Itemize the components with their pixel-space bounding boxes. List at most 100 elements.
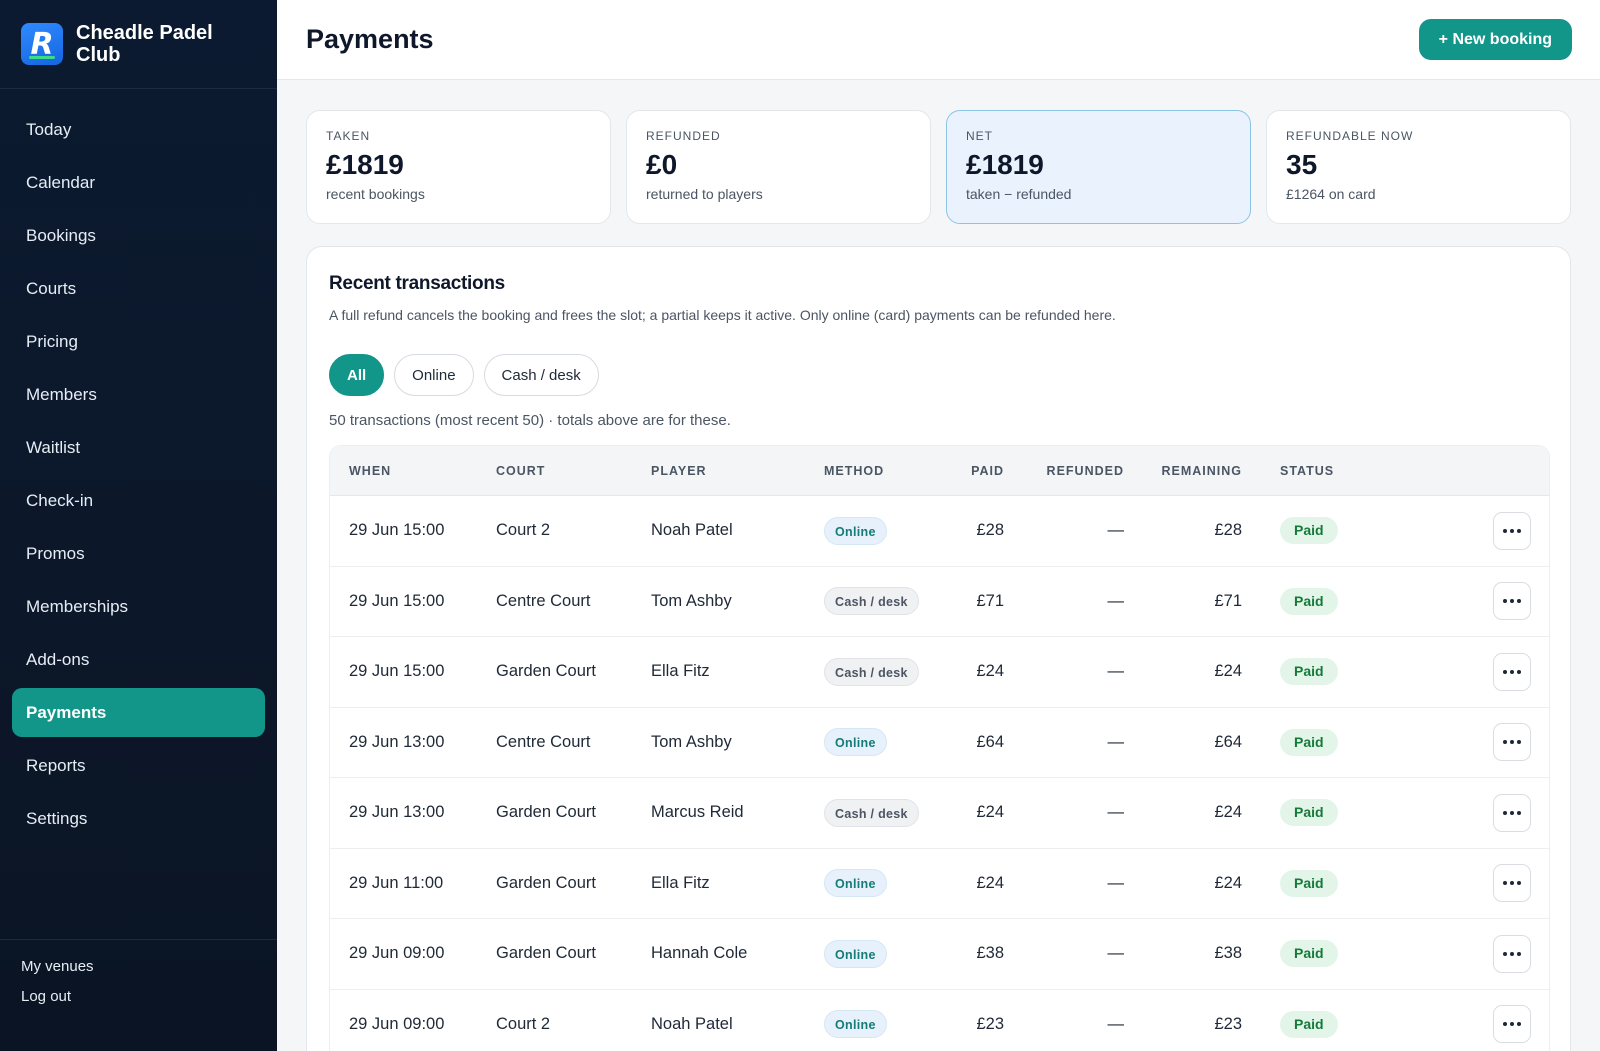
col-when[interactable]: WHEN (330, 464, 496, 478)
transactions-panel: Recent transactions A full refund cancel… (306, 246, 1571, 1051)
dot (1517, 528, 1521, 533)
sidebar-item-add-ons[interactable]: Add-ons (12, 635, 265, 684)
cell-when: 29 Jun 13:00 (349, 803, 445, 822)
cell-actions (1422, 864, 1549, 903)
col-refunded[interactable]: REFUNDED (1004, 464, 1124, 478)
brand-name: Cheadle Padel Club (76, 22, 213, 66)
cell-remaining: £24 (1214, 873, 1242, 892)
sidebar-item-promos[interactable]: Promos (12, 529, 265, 578)
cell-status: Paid (1242, 587, 1422, 615)
dot (1510, 1022, 1514, 1027)
status-badge: Paid (1280, 658, 1338, 686)
filter-chips: All Online Cash / desk (329, 354, 1548, 396)
filter-chip-online[interactable]: Online (394, 354, 474, 396)
table-row[interactable]: 29 Jun 11:00 Garden Court Ella Fitz Online £… (330, 849, 1549, 919)
page-title: Payments (306, 24, 434, 54)
dot (1510, 740, 1514, 745)
col-player[interactable]: PLAYER (651, 464, 824, 478)
sidebar-item-calendar[interactable]: Calendar (12, 158, 265, 207)
table-row[interactable]: 29 Jun 09:00 Court 2 Noah Patel Online £23 — £… (330, 990, 1549, 1051)
cell-status: Paid (1242, 869, 1422, 897)
cell-player: Tom Ashby (651, 732, 732, 751)
sidebar-item-waitlist[interactable]: Waitlist (12, 423, 265, 472)
sidebar-item-memberships[interactable]: Memberships (12, 582, 265, 631)
col-remaining[interactable]: REMAINING (1124, 464, 1242, 478)
cell-when: 29 Jun 11:00 (349, 873, 444, 892)
cell-player: Tom Ashby (651, 591, 732, 610)
table-row[interactable]: 29 Jun 15:00 Court 2 Noah Patel Online £28 — £… (330, 496, 1549, 567)
more-actions-button[interactable] (1493, 793, 1531, 832)
cell-paid: £28 (976, 521, 1004, 540)
more-actions-button[interactable] (1493, 723, 1531, 762)
table-row[interactable]: 29 Jun 13:00 Centre Court Tom Ashby Online £… (330, 708, 1549, 778)
cell-court: Court 2 (496, 1014, 551, 1033)
cell-actions (1422, 582, 1549, 621)
more-horizontal-icon (1503, 881, 1521, 886)
more-actions-button[interactable] (1493, 864, 1531, 903)
brand[interactable]: R Cheadle Padel Club (0, 0, 277, 89)
more-horizontal-icon (1503, 951, 1521, 956)
cell-refunded: — (1107, 944, 1125, 963)
more-actions-button[interactable] (1493, 582, 1531, 621)
table-row[interactable]: 29 Jun 15:00 Garden Court Ella Fitz Cash / … (330, 637, 1549, 708)
cell-paid: £24 (976, 662, 1004, 681)
sidebar-item-members[interactable]: Members (12, 370, 265, 419)
sidebar-item-today[interactable]: Today (12, 105, 265, 154)
status-badge: Paid (1280, 1010, 1338, 1038)
sidebar-item-check-in[interactable]: Check-in (12, 476, 265, 525)
filter-chip-all[interactable]: All (329, 354, 385, 396)
more-horizontal-icon (1503, 740, 1521, 745)
col-court[interactable]: COURT (496, 464, 651, 478)
cell-method: Online (824, 869, 944, 898)
col-paid[interactable]: PAID (944, 464, 1004, 478)
cell-actions (1422, 934, 1549, 973)
dot (1517, 810, 1521, 815)
cell-method: Online (824, 1010, 944, 1039)
more-actions-button[interactable] (1493, 1005, 1531, 1044)
stat-label: NET (966, 129, 993, 143)
sidebar-item-pricing[interactable]: Pricing (12, 317, 265, 366)
cell-court: Garden Court (496, 873, 596, 892)
cell-court: Garden Court (496, 662, 596, 681)
dot (1517, 951, 1521, 956)
status-badge: Paid (1280, 728, 1338, 756)
cell-when: 29 Jun 15:00 (349, 591, 445, 610)
cell-refunded: — (1107, 1014, 1125, 1033)
col-method[interactable]: METHOD (824, 464, 944, 478)
more-actions-button[interactable] (1493, 652, 1531, 691)
cell-court: Garden Court (496, 803, 596, 822)
cell-player: Ella Fitz (651, 873, 710, 892)
my-venues-link[interactable]: My venues (21, 958, 277, 975)
method-badge: Online (824, 1010, 887, 1039)
more-actions-button[interactable] (1493, 511, 1531, 550)
new-booking-button[interactable]: + New booking (1418, 19, 1572, 60)
log-out-link[interactable]: Log out (21, 988, 277, 1005)
cell-remaining: £23 (1214, 1014, 1242, 1033)
table-row[interactable]: 29 Jun 13:00 Garden Court Marcus Reid Cash … (330, 778, 1549, 849)
sidebar-item-courts[interactable]: Courts (12, 264, 265, 313)
table-row[interactable]: 29 Jun 09:00 Garden Court Hannah Cole Onlin… (330, 919, 1549, 990)
dot (1517, 881, 1521, 886)
stat-subtext: returned to players (646, 186, 763, 202)
dot (1510, 881, 1514, 886)
cell-paid: £24 (976, 803, 1004, 822)
status-badge: Paid (1280, 587, 1338, 615)
cell-when: 29 Jun 09:00 (349, 944, 445, 963)
stat-value: £1819 (966, 149, 1044, 180)
cell-actions (1422, 511, 1549, 550)
cell-status: Paid (1242, 940, 1422, 968)
sidebar-item-payments[interactable]: Payments (12, 688, 265, 737)
dot (1510, 810, 1514, 815)
sidebar-item-reports[interactable]: Reports (12, 741, 265, 790)
filter-chip-cash-desk[interactable]: Cash / desk (483, 354, 599, 396)
method-badge: Cash / desk (824, 798, 919, 827)
cell-when: 29 Jun 15:00 (349, 662, 445, 681)
sidebar-item-bookings[interactable]: Bookings (12, 211, 265, 260)
sidebar-item-settings[interactable]: Settings (12, 794, 265, 843)
cell-court: Garden Court (496, 944, 596, 963)
cell-method: Online (824, 728, 944, 757)
table-row[interactable]: 29 Jun 15:00 Centre Court Tom Ashby Cash / … (330, 567, 1549, 637)
dot (1517, 1022, 1521, 1027)
more-actions-button[interactable] (1493, 934, 1531, 973)
col-status[interactable]: STATUS (1242, 464, 1422, 478)
